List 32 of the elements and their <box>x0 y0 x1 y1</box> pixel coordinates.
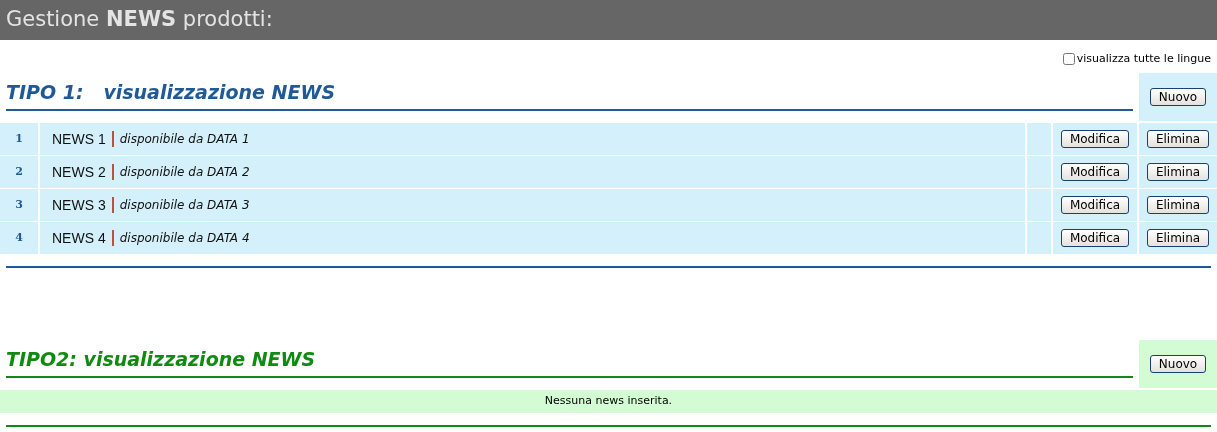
availability-text: disponibile da DATA 3 <box>119 197 250 214</box>
edit-button[interactable]: Modifica <box>1060 196 1130 214</box>
new-button[interactable]: Nuovo <box>1149 88 1207 106</box>
delete-button[interactable]: Elimina <box>1146 229 1210 247</box>
row-number: 2 <box>0 156 38 188</box>
new-button[interactable]: Nuovo <box>1149 355 1207 373</box>
row-number: 4 <box>0 222 38 254</box>
availability-text: disponibile da DATA 1 <box>119 131 250 148</box>
checkbox[interactable] <box>1062 53 1075 65</box>
news-title: NEWS 4 <box>52 228 106 248</box>
news-title: NEWS 3 <box>52 195 106 215</box>
row-number: 3 <box>0 189 38 221</box>
separator-bar <box>111 197 114 213</box>
delete-button[interactable]: Elimina <box>1146 163 1210 181</box>
news-title: NEWS 1 <box>52 129 106 149</box>
availability-text: disponibile da DATA 2 <box>119 164 250 181</box>
separator-bar <box>111 164 114 180</box>
section-heading: TIPO 1: visualizzazione NEWS <box>6 79 337 105</box>
section-heading: TIPO2: visualizzazione NEWS <box>6 346 317 372</box>
page-title: Gestione NEWS prodotti: <box>6 6 273 34</box>
edit-button[interactable]: Modifica <box>1060 229 1130 247</box>
delete-button[interactable]: Elimina <box>1146 130 1210 148</box>
empty-message: Nessuna news inserita. <box>0 390 1217 413</box>
edit-button[interactable]: Modifica <box>1060 163 1130 181</box>
row-number: 1 <box>0 123 38 155</box>
news-title: NEWS 2 <box>52 162 106 182</box>
separator-bar <box>111 131 114 147</box>
availability-text: disponibile da DATA 4 <box>119 230 250 247</box>
checkbox-label: visualizza tutte le lingue <box>1076 50 1211 67</box>
edit-button[interactable]: Modifica <box>1060 130 1130 148</box>
delete-button[interactable]: Elimina <box>1146 196 1210 214</box>
separator-bar <box>111 230 114 246</box>
